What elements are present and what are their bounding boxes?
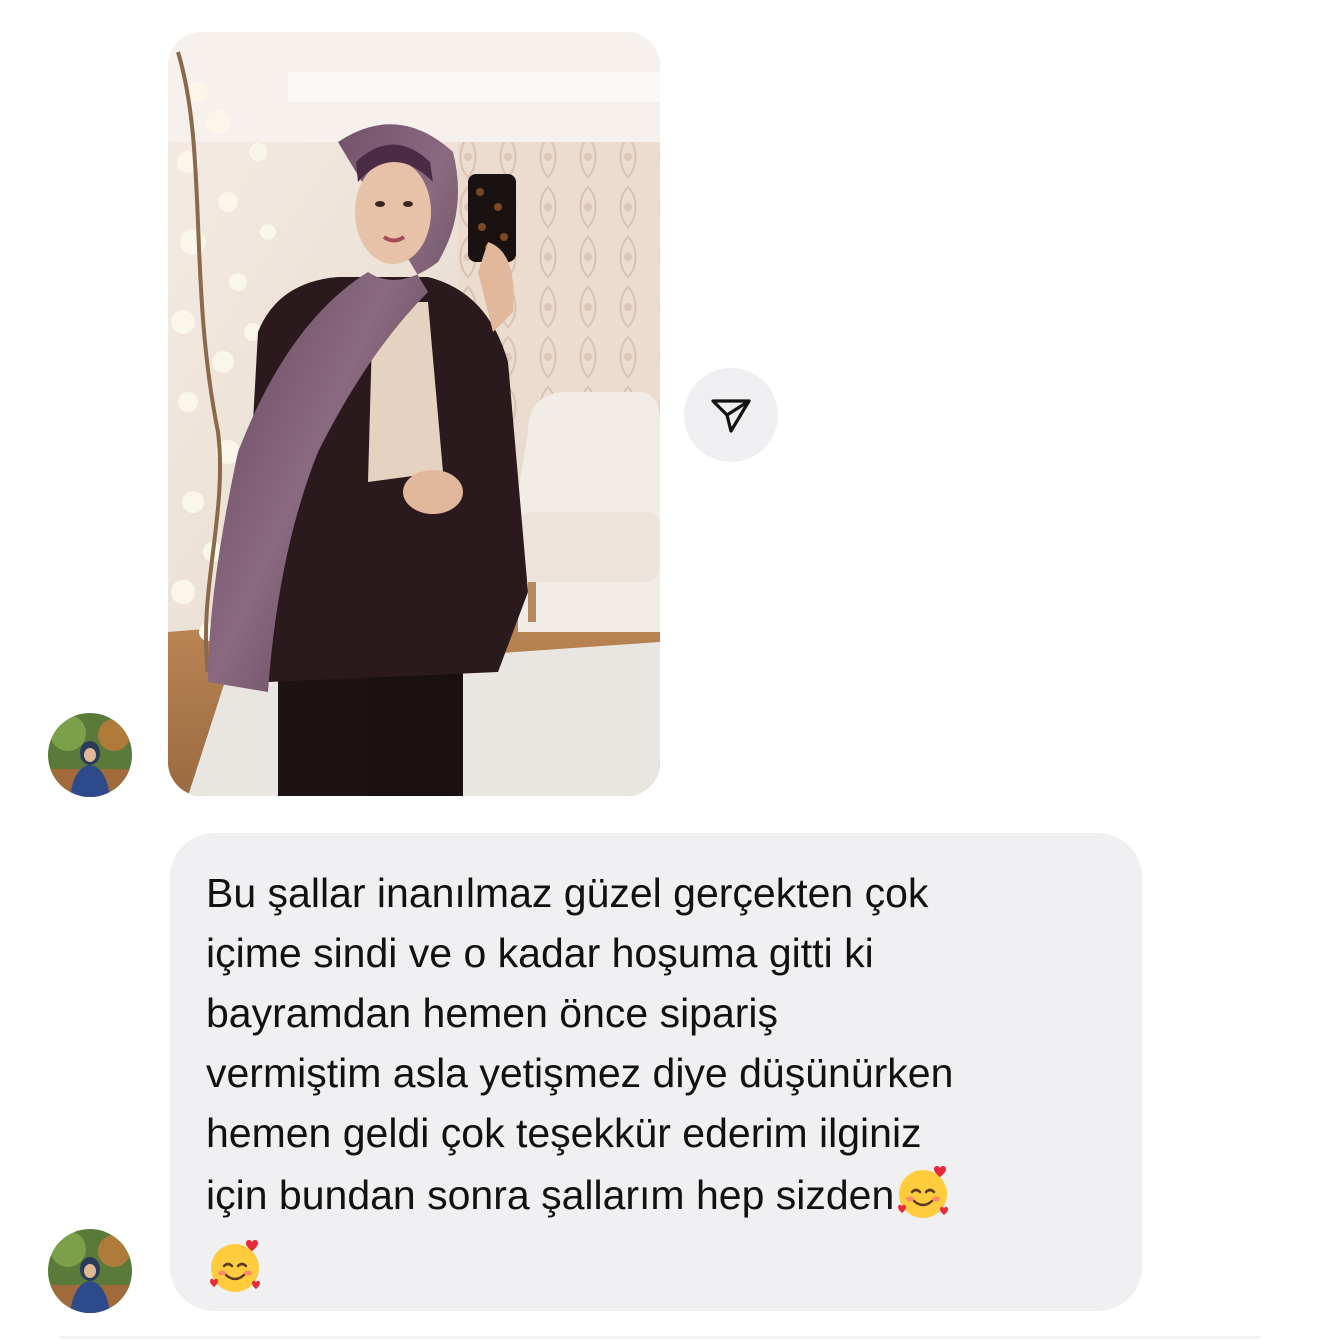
profile-avatar (48, 713, 132, 797)
message-text: Bu şallar inanılmaz güzel gerçekten çok … (206, 863, 1106, 1311)
photo-message[interactable] (168, 32, 660, 796)
composer-edge (60, 1336, 1260, 1339)
paper-plane-icon (711, 399, 751, 433)
sender-avatar[interactable] (48, 1229, 132, 1313)
share-button[interactable] (684, 368, 778, 462)
sender-avatar[interactable] (48, 713, 132, 797)
mirror-selfie-photo (168, 32, 660, 796)
smiling-face-with-hearts-icon (206, 1237, 264, 1311)
profile-avatar (48, 1229, 132, 1313)
text-message-bubble[interactable]: Bu şallar inanılmaz güzel gerçekten çok … (170, 833, 1142, 1311)
smiling-face-with-hearts-icon (894, 1163, 952, 1237)
message-body: Bu şallar inanılmaz güzel gerçekten çok … (206, 870, 954, 1218)
